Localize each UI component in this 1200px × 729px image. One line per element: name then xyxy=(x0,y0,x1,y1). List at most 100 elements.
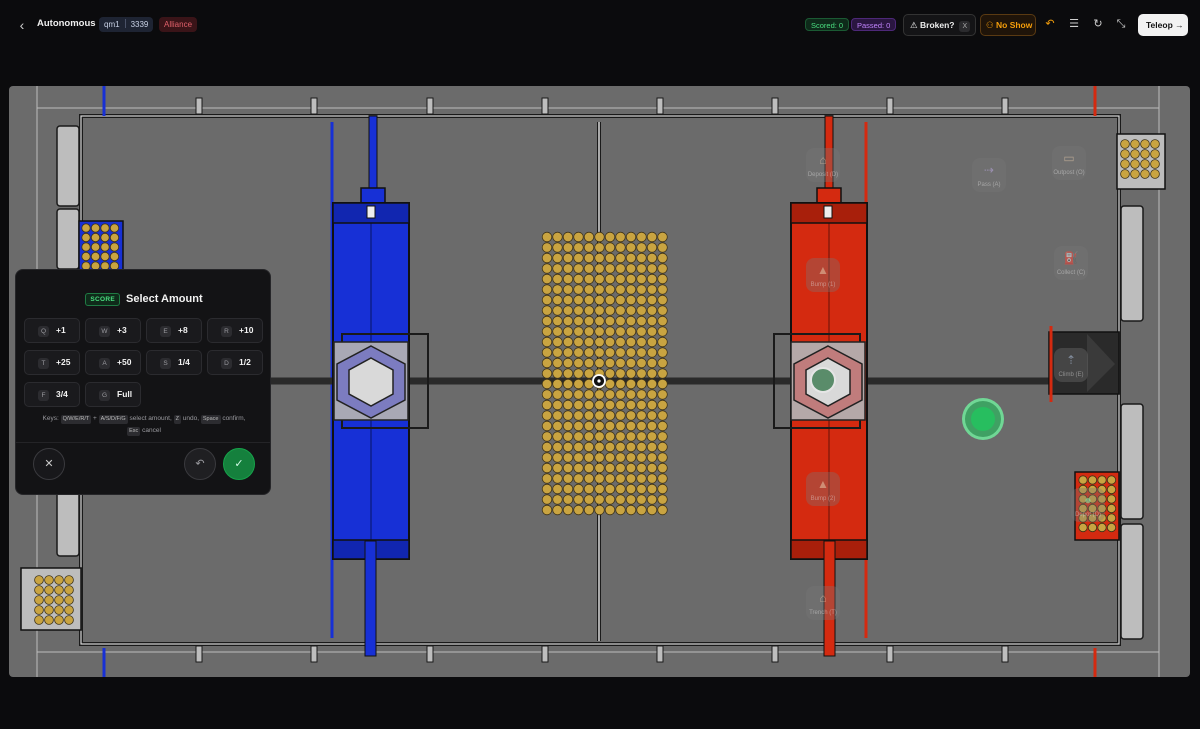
fuel-ball xyxy=(615,326,626,337)
fuel-ball xyxy=(541,305,553,316)
teleop-button[interactable]: Teleop → xyxy=(1138,14,1188,36)
fuel-ball xyxy=(636,357,647,369)
hotkey: D xyxy=(221,358,232,369)
fuel-ball xyxy=(604,231,616,243)
fuel-ball xyxy=(615,483,626,495)
minimize-icon[interactable]: ⤡ xyxy=(1113,16,1129,32)
dialog-title: Select Amount xyxy=(126,293,203,305)
fuel-ball xyxy=(604,305,616,316)
fuel-ball xyxy=(604,410,616,421)
fuel-ball xyxy=(636,441,647,453)
zone-deposit[interactable]: ⌂ Deposit (D) xyxy=(806,148,840,182)
fuel-ball xyxy=(573,483,584,495)
amount-button-full[interactable]: G Full xyxy=(85,382,141,407)
zone-outpost[interactable]: ▭ Outpost (O) xyxy=(1052,146,1086,180)
fuel-ball xyxy=(604,462,616,474)
fuel-ball xyxy=(615,347,626,358)
fuel-ball xyxy=(646,452,658,463)
fuel-ball xyxy=(552,263,563,274)
teleop-label: Teleop xyxy=(1146,20,1173,30)
fuel-ball xyxy=(54,585,64,595)
match-number: qm1 xyxy=(104,20,120,29)
fuel-ball xyxy=(657,441,668,453)
fuel-ball xyxy=(604,263,616,274)
fuel-ball xyxy=(583,305,595,316)
amount-button-plus-3[interactable]: W +3 xyxy=(85,318,141,343)
alliance-badge: Alliance xyxy=(159,17,198,32)
amount-button-plus-1[interactable]: Q +1 xyxy=(24,318,80,343)
fuel-ball xyxy=(541,378,553,390)
refresh-icon[interactable]: ↻ xyxy=(1090,16,1106,32)
fuel-ball xyxy=(615,357,626,369)
amount-button-quarter[interactable]: S 1/4 xyxy=(146,350,202,375)
fuel-ball xyxy=(625,294,637,306)
fuel-ball xyxy=(604,473,616,484)
zone-bump-2[interactable]: ▲ Bump (2) xyxy=(806,472,840,506)
fuel-ball xyxy=(646,273,658,285)
fuel-ball xyxy=(657,315,668,327)
zone-depot[interactable]: ● Depot (D) xyxy=(1071,488,1105,522)
cancel-button[interactable]: ✕ xyxy=(33,448,65,480)
amount-label: +8 xyxy=(178,325,188,335)
amount-button-plus-25[interactable]: T +25 xyxy=(24,350,80,375)
robot-marker[interactable] xyxy=(962,398,1004,440)
undo-icon[interactable]: ↶ xyxy=(1042,16,1058,32)
fuel-ball xyxy=(1140,169,1150,179)
fuel-ball xyxy=(594,504,605,516)
fuel-ball xyxy=(573,263,584,274)
amount-button-plus-10[interactable]: R +10 xyxy=(207,318,263,343)
zone-collect[interactable]: ⛽ Collect (C) xyxy=(1054,246,1088,280)
fuel-ball xyxy=(44,595,54,605)
fuel-ball xyxy=(636,452,647,463)
fuel-ball xyxy=(1130,149,1140,159)
zone-pass[interactable]: ⇢ Pass (A) xyxy=(972,158,1006,192)
chevron-left-icon[interactable]: ‹ xyxy=(14,16,30,34)
bump-icon: ▲ xyxy=(817,477,829,491)
fuel-ball xyxy=(541,462,553,474)
fuel-ball xyxy=(604,315,616,327)
no-show-label: No Show xyxy=(996,20,1033,30)
fuel-ball xyxy=(1078,475,1088,485)
fuel-ball xyxy=(657,462,668,474)
broken-button[interactable]: ⚠ Broken? X xyxy=(903,14,976,36)
amount-button-three-quarter[interactable]: F 3/4 xyxy=(24,382,80,407)
zone-trench[interactable]: ⌂ Trench (T) xyxy=(806,586,840,620)
fuel-ball xyxy=(636,483,647,495)
fuel-ball xyxy=(646,410,658,421)
fuel-ball xyxy=(625,231,637,243)
fuel-ball xyxy=(573,252,584,264)
fuel-ball xyxy=(594,483,605,495)
fuel-ball xyxy=(34,615,44,625)
zone-bump-1[interactable]: ▲ Bump (1) xyxy=(806,258,840,292)
fuel-ball xyxy=(1130,139,1140,149)
list-icon[interactable]: ☰ xyxy=(1066,16,1082,32)
fuel-ball xyxy=(552,420,563,432)
fuel-ball xyxy=(562,263,574,274)
hotkey: A xyxy=(99,358,110,369)
fuel-ball xyxy=(562,473,574,484)
fuel-ball xyxy=(604,326,616,337)
fuel-ball xyxy=(646,326,658,337)
fuel-ball xyxy=(657,420,668,432)
fuel-ball xyxy=(573,294,584,306)
fuel-ball xyxy=(583,431,595,442)
fuel-ball xyxy=(657,326,668,337)
hotkey: W xyxy=(99,326,110,337)
no-show-button[interactable]: ⚇ No Show xyxy=(980,14,1036,36)
fuel-ball xyxy=(44,605,54,615)
undo-button[interactable]: ↶ xyxy=(184,448,216,480)
confirm-button[interactable]: ✓ xyxy=(223,448,255,480)
fuel-ball xyxy=(541,273,553,285)
fuel-ball xyxy=(109,251,120,262)
fuel-ball xyxy=(541,326,553,337)
zone-label: Deposit (D) xyxy=(807,172,839,178)
fuel-ball xyxy=(552,231,563,243)
amount-button-half[interactable]: D 1/2 xyxy=(207,350,263,375)
fuel-ball xyxy=(552,368,563,379)
zone-climb[interactable]: ⇡ Climb (E) xyxy=(1054,348,1088,382)
fuel-ball xyxy=(573,473,584,484)
fuel-ball xyxy=(636,462,647,474)
amount-button-plus-8[interactable]: E +8 xyxy=(146,318,202,343)
fuel-ball xyxy=(615,431,626,442)
amount-button-plus-50[interactable]: A +50 xyxy=(85,350,141,375)
